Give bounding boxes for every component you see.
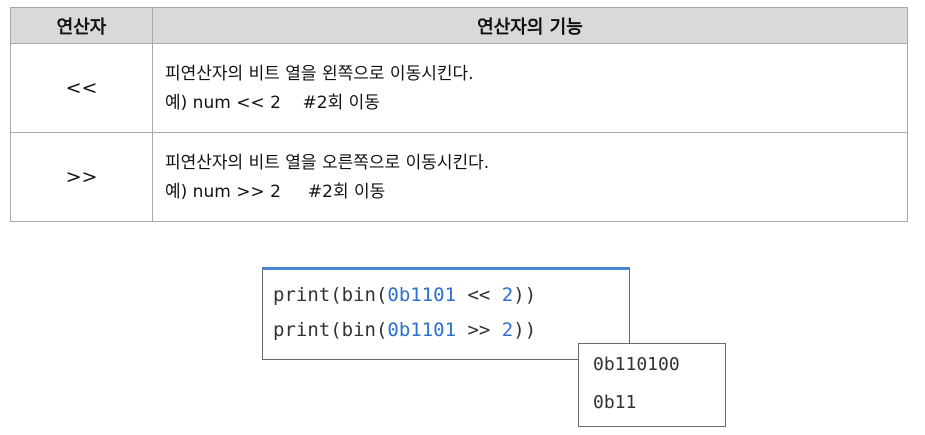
- table-row: >> 피연산자의 비트 열을 오른쪽으로 이동시킨다. 예) num >> 2 …: [10, 132, 908, 222]
- operator-table: 연산자 연산자의 기능 << 피연산자의 비트 열을 왼쪽으로 이동시킨다. 예…: [10, 7, 908, 222]
- function-cell: 피연산자의 비트 열을 왼쪽으로 이동시킨다. 예) num << 2 #2회 …: [152, 43, 908, 133]
- code-token: )): [513, 284, 537, 306]
- header-operator: 연산자: [10, 7, 153, 44]
- code-number-literal: 2: [501, 319, 514, 341]
- operator-left-shift: <<: [10, 43, 153, 133]
- table-header-row: 연산자 연산자의 기능: [10, 7, 908, 44]
- function-cell: 피연산자의 비트 열을 오른쪽으로 이동시킨다. 예) num >> 2 #2회…: [152, 132, 908, 222]
- output-panel: 0b110100 0b11: [578, 343, 726, 427]
- code-number-literal: 0b1101: [387, 319, 457, 341]
- code-token: print(bin(: [273, 284, 388, 306]
- code-number-literal: 2: [501, 284, 514, 306]
- output-line: 0b11: [593, 392, 637, 413]
- code-token: print(bin(: [273, 319, 388, 341]
- header-function: 연산자의 기능: [152, 7, 908, 44]
- function-description: 피연산자의 비트 열을 오른쪽으로 이동시킨다.: [165, 152, 490, 173]
- code-editor: print(bin(0b1101 << 2)) print(bin(0b1101…: [262, 267, 630, 360]
- output-line: 0b110100: [593, 354, 680, 375]
- function-example: 예) num >> 2 #2회 이동: [165, 181, 386, 202]
- operator-right-shift: >>: [10, 132, 153, 222]
- function-example: 예) num << 2 #2회 이동: [165, 92, 380, 113]
- code-token: )): [513, 319, 537, 341]
- code-line: print(bin(0b1101 << 2)): [273, 284, 536, 306]
- code-line: print(bin(0b1101 >> 2)): [273, 319, 536, 341]
- code-number-literal: 0b1101: [387, 284, 457, 306]
- code-operator: <<: [456, 284, 502, 306]
- function-description: 피연산자의 비트 열을 왼쪽으로 이동시킨다.: [165, 63, 474, 84]
- table-row: << 피연산자의 비트 열을 왼쪽으로 이동시킨다. 예) num << 2 #…: [10, 43, 908, 133]
- code-operator: >>: [456, 319, 502, 341]
